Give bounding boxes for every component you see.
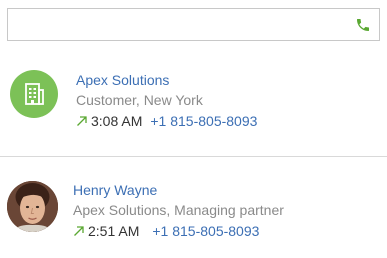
company-avatar xyxy=(10,70,58,118)
recent-call-item[interactable]: Apex Solutions Customer, New York 3:08 A… xyxy=(0,62,387,140)
divider xyxy=(0,156,387,157)
phone-input-container xyxy=(7,8,380,41)
building-icon xyxy=(25,83,44,105)
contact-name-link[interactable]: Apex Solutions xyxy=(76,71,257,90)
person-photo xyxy=(7,181,58,232)
recent-call-item[interactable]: Henry Wayne Apex Solutions, Managing par… xyxy=(0,178,387,248)
avatar xyxy=(7,181,58,232)
recent-calls-panel: Apex Solutions Customer, New York 3:08 A… xyxy=(0,0,387,258)
call-time: 2:51 AM xyxy=(88,223,140,239)
phone-icon xyxy=(357,19,369,31)
phone-number-input[interactable] xyxy=(8,9,364,40)
contact-subtitle: Customer, New York xyxy=(76,92,203,108)
call-details: 3:08 AM +1 815-805-8093 xyxy=(76,110,257,132)
outgoing-arrow-icon xyxy=(77,116,87,126)
outgoing-arrow-icon xyxy=(74,226,84,236)
contact-info: Henry Wayne Apex Solutions, Managing par… xyxy=(73,181,284,242)
call-details: 2:51 AM +1 815-805-8093 xyxy=(73,220,284,242)
call-time: 3:08 AM xyxy=(91,113,143,129)
phone-number-link[interactable]: +1 815-805-8093 xyxy=(150,110,257,132)
call-button[interactable] xyxy=(353,15,373,35)
contact-info: Apex Solutions Customer, New York 3:08 A… xyxy=(76,71,257,132)
phone-number-link[interactable]: +1 815-805-8093 xyxy=(152,220,259,242)
contact-subtitle: Apex Solutions, Managing partner xyxy=(73,202,284,218)
contact-name-link[interactable]: Henry Wayne xyxy=(73,181,284,200)
